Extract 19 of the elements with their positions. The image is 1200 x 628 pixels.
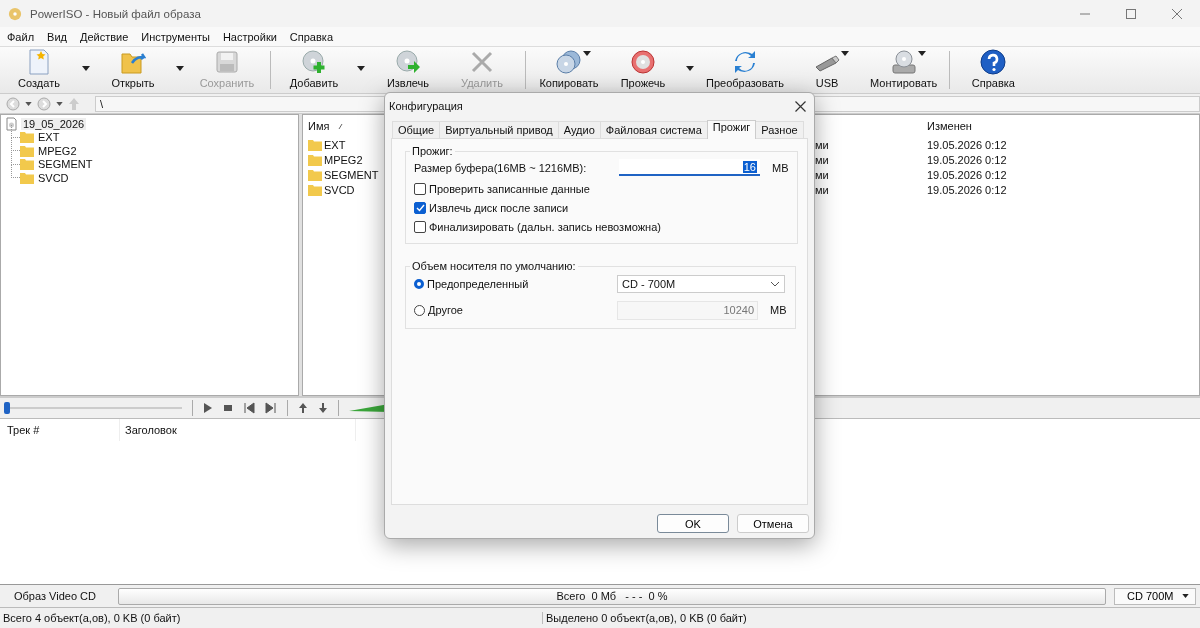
unit-label: MB	[772, 161, 789, 174]
window-title: PowerISO - Новый файл образа	[30, 7, 201, 20]
table-cell-text: ми	[814, 183, 830, 196]
status-text: Выделено 0 объект(а,ов), 0 KB (0 байт)	[545, 612, 747, 624]
table-cell-text: ми	[814, 138, 830, 151]
unit-label: MB	[770, 304, 787, 316]
group-title: Прожиг:	[411, 145, 454, 157]
capacity-text: Всего 0 Мб - - - 0 %	[556, 590, 668, 602]
table-cell-text: 19.05.2026 0:12	[926, 168, 1007, 181]
status-text: Всего 4 объект(а,ов), 0 KB (0 байт)	[0, 612, 543, 624]
field-label: Размер буфера(16MB ~ 1216MB):	[414, 161, 588, 174]
table-cell-text: ми	[814, 168, 830, 181]
table-cell-text: 19.05.2026 0:12	[926, 153, 1007, 166]
image-type-label: Образ Video CD	[13, 590, 97, 602]
dialog-title: Конфигурация	[389, 100, 463, 112]
table-cell-text: 19.05.2026 0:12	[926, 138, 1007, 151]
table-cell-text: 19.05.2026 0:12	[926, 183, 1007, 196]
group-title: Объем носителя по умолчанию:	[411, 260, 577, 272]
table-cell-text: ми	[814, 153, 830, 166]
